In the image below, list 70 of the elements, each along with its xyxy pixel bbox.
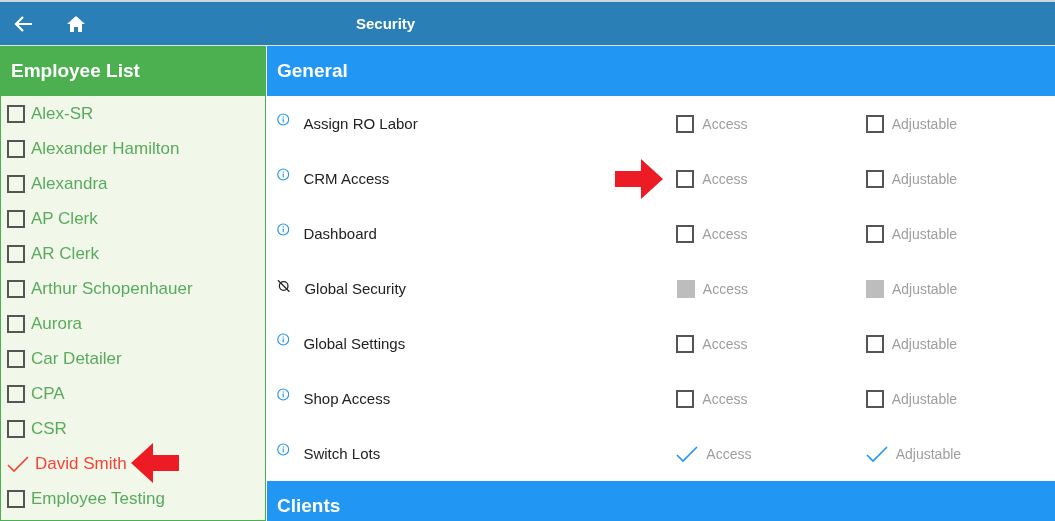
checkbox[interactable] (865, 389, 884, 408)
permission-label: Global Settings (303, 335, 407, 352)
checkbox-label: Access (706, 445, 752, 462)
section-header: General (267, 46, 1055, 96)
info-icon (277, 388, 290, 401)
info-icon (277, 168, 290, 181)
section-header: Clients (267, 481, 1055, 521)
checkbox-label: Access (702, 115, 748, 132)
checkbox-label: Access (702, 335, 748, 352)
checkmark-icon[interactable] (865, 444, 888, 463)
page-title: Security (356, 15, 416, 32)
checkbox[interactable] (865, 224, 884, 243)
checkbox-label: Adjustable (895, 445, 962, 462)
checkbox[interactable] (676, 224, 695, 243)
checkbox[interactable] (865, 334, 884, 353)
checkmark-icon[interactable] (7, 454, 29, 473)
checkbox-label: Adjustable (891, 280, 958, 297)
permission-label: Assign RO Labor (303, 115, 419, 132)
checkbox-label: Adjustable (891, 170, 958, 187)
checkbox-label: Access (702, 225, 748, 242)
checkbox[interactable] (7, 139, 25, 158)
checkbox-label: Adjustable (891, 390, 958, 407)
employee-name[interactable]: Alexander Hamilton (31, 138, 180, 159)
checkbox[interactable] (7, 279, 25, 298)
employee-name[interactable]: CPA (31, 383, 65, 404)
employee-name[interactable]: Employee Testing (31, 488, 165, 509)
checkbox-label: Adjustable (891, 335, 958, 352)
checkbox[interactable] (676, 334, 695, 353)
checkbox-label: Adjustable (891, 225, 958, 242)
checkbox[interactable] (7, 244, 25, 263)
info-icon (277, 443, 290, 456)
employee-name[interactable]: Alex-SR (31, 103, 94, 124)
info-icon (277, 223, 290, 236)
checkbox[interactable] (7, 104, 25, 123)
checkbox[interactable] (7, 489, 25, 508)
permission-label: Dashboard (303, 225, 378, 242)
permission-label: Global Security (304, 280, 408, 297)
permission-label: Switch Lots (303, 445, 382, 462)
checkbox-label: Access (702, 170, 748, 187)
checkbox[interactable] (7, 419, 25, 438)
checkbox-label: Adjustable (891, 115, 958, 132)
checkbox[interactable] (7, 174, 25, 193)
checkbox[interactable] (865, 169, 884, 188)
employee-name[interactable]: Aurora (31, 313, 83, 334)
checkbox-label: Access (702, 280, 748, 297)
checkbox[interactable] (7, 314, 25, 333)
employee-name[interactable]: Alexandra (31, 173, 108, 194)
checkbox[interactable] (676, 389, 695, 408)
permission-label: Shop Access (303, 390, 392, 407)
checkbox[interactable] (7, 384, 25, 403)
info-icon (277, 333, 290, 346)
back-button[interactable] (14, 13, 34, 34)
home-button[interactable] (66, 14, 86, 33)
employee-name[interactable]: CSR (31, 418, 67, 439)
checkbox-label: Access (702, 390, 748, 407)
employee-name[interactable]: Car Detailer (31, 348, 122, 369)
checkbox[interactable] (676, 169, 695, 188)
employee-name[interactable]: David Smith (35, 453, 127, 474)
employee-name[interactable]: Arthur Schopenhauer (31, 278, 193, 299)
checkbox[interactable] (676, 114, 695, 133)
checkbox[interactable] (7, 209, 25, 228)
info-icon (277, 113, 290, 126)
list-header: Employee List (1, 46, 265, 96)
checkmark-icon[interactable] (676, 444, 699, 463)
permission-label: CRM Access (303, 170, 391, 187)
checkbox[interactable] (7, 349, 25, 368)
employee-name[interactable]: AP Clerk (31, 208, 98, 229)
sync-disabled-icon (277, 278, 291, 293)
checkbox[interactable] (865, 114, 884, 133)
employee-name[interactable]: AR Clerk (31, 243, 99, 264)
